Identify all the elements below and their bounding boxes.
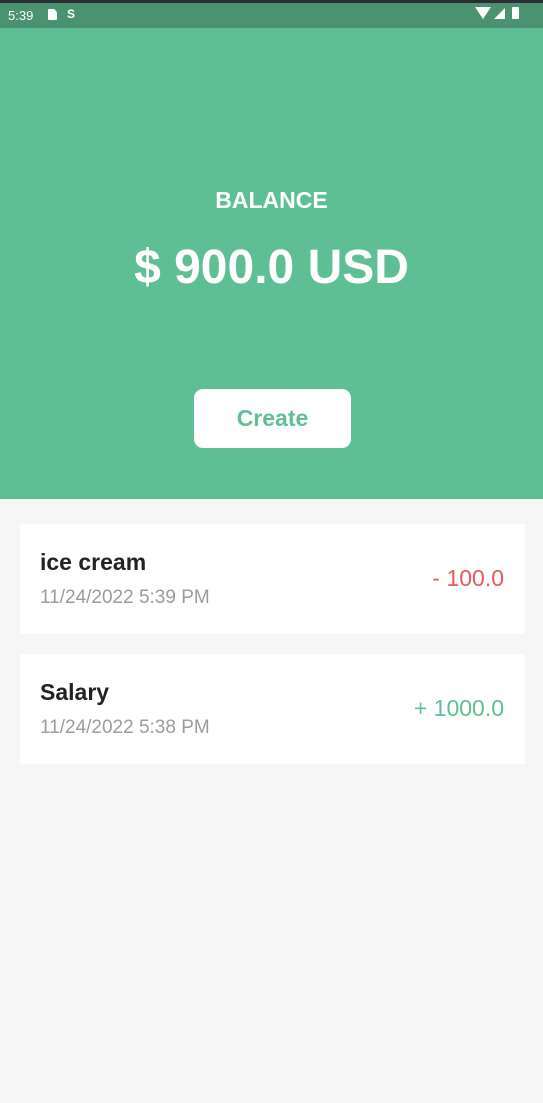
transaction-amount: - 100.0 — [432, 565, 504, 591]
status-left-icons: S — [48, 8, 75, 21]
battery-icon — [512, 7, 519, 19]
transaction-title: Salary — [40, 679, 110, 705]
status-time: 5:39 — [8, 8, 34, 23]
transaction-amount: + 1000.0 — [413, 695, 504, 721]
wifi-icon — [475, 7, 491, 19]
status-bar: 5:39 S — [0, 0, 543, 28]
transaction-card[interactable]: ice cream 11/24/2022 5:39 PM - 100.0 — [20, 524, 525, 634]
transaction-title: ice cream — [40, 549, 147, 575]
balance-amount: $ 900.0 USD — [134, 241, 409, 294]
signal-icon — [494, 7, 505, 19]
status-right-icons — [475, 7, 519, 19]
transaction-date: 11/24/2022 5:38 PM — [40, 717, 210, 738]
create-button[interactable]: Create — [194, 389, 351, 448]
balance-label: BALANCE — [215, 187, 328, 213]
transaction-card[interactable]: Salary 11/24/2022 5:38 PM + 1000.0 — [20, 654, 525, 764]
sd-card-icon — [48, 9, 57, 20]
transaction-date: 11/24/2022 5:39 PM — [40, 587, 210, 608]
s-icon: S — [67, 7, 76, 21]
balance-header: BALANCE $ 900.0 USD Create — [0, 28, 543, 499]
